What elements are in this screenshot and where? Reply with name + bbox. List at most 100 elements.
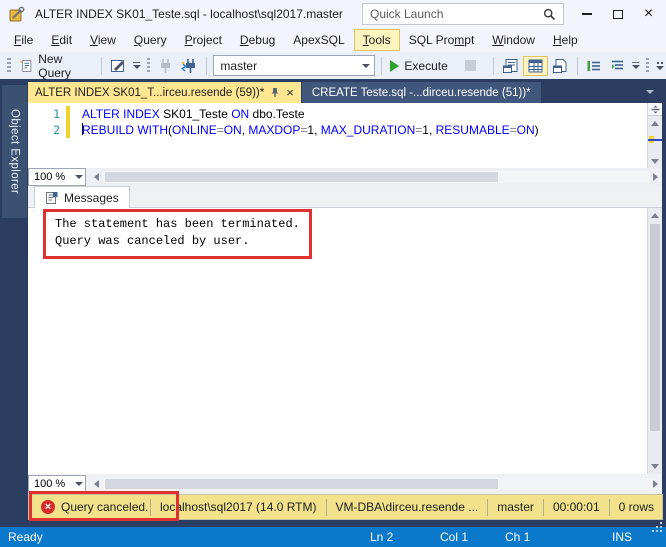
menu-debug[interactable]: Debug <box>231 29 284 51</box>
dropdown-button[interactable] <box>630 62 642 69</box>
menu-sql-prompt[interactable]: SQL Prompt <box>400 29 484 51</box>
messages-vscrollbar[interactable] <box>647 208 662 474</box>
message-annotation-box: The statement has been terminated. Query … <box>43 209 312 259</box>
messages-tab-label: Messages <box>64 190 119 205</box>
chevron-down-icon <box>358 56 374 75</box>
format-sql-button[interactable] <box>606 56 630 76</box>
object-explorer-tab[interactable]: Object Explorer <box>2 85 27 218</box>
scroll-right-icon[interactable] <box>653 480 658 488</box>
new-query-button[interactable]: New Query <box>15 50 97 82</box>
messages-icon <box>46 191 58 204</box>
menu-help[interactable]: Help <box>544 29 587 51</box>
editor-scrollbar[interactable] <box>647 103 662 168</box>
toolbar-grip[interactable] <box>146 57 151 74</box>
quick-launch-placeholder: Quick Launch <box>370 7 444 21</box>
tab-messages[interactable]: Messages <box>34 186 130 208</box>
editor-zoom-value: 100 % <box>34 171 66 183</box>
object-explorer-label: Object Explorer <box>8 108 21 195</box>
scrollbar-thumb[interactable] <box>650 224 660 432</box>
toolbar-grip[interactable] <box>7 57 11 74</box>
dropdown-button[interactable] <box>131 62 143 69</box>
code-line-1[interactable]: 1 ALTER INDEX SK01_Teste ON dbo.Teste <box>28 106 647 122</box>
menu-tools[interactable]: Tools <box>353 29 400 51</box>
code-text: ALTER INDEX SK01_Teste ON dbo.Teste <box>82 107 305 121</box>
scroll-left-icon[interactable] <box>94 480 99 488</box>
results-to-grid-icon <box>528 59 543 72</box>
plug-icon <box>161 58 171 73</box>
ssms-app-icon <box>9 6 25 22</box>
tab-close-icon[interactable]: × <box>286 86 294 99</box>
format-indent-button[interactable] <box>582 56 606 76</box>
new-query-label: New Query <box>38 51 71 80</box>
scroll-up-icon[interactable] <box>651 121 659 126</box>
change-connection-icon <box>181 58 196 73</box>
scroll-down-icon[interactable] <box>651 159 659 164</box>
indent-lines-icon <box>587 60 600 71</box>
close-button[interactable]: × <box>633 0 664 28</box>
scroll-up-icon[interactable] <box>651 213 659 218</box>
toolbar-overflow-button[interactable] <box>653 61 666 70</box>
execute-button[interactable]: Execute <box>386 57 451 75</box>
messages-zoom-value: 100 % <box>34 478 66 490</box>
status-separator <box>542 498 544 516</box>
ssms-window: ALTER INDEX SK01_Teste.sql - localhost\s… <box>0 0 666 547</box>
line-number: 1 <box>53 107 60 121</box>
messages-panel: Messages The statement has been terminat… <box>28 186 662 494</box>
splitter-handle[interactable] <box>648 103 662 116</box>
code-line-2[interactable]: 2 REBUILD WITH(ONLINE=ON, MAXDOP=1, MAX_D… <box>28 122 647 138</box>
scroll-right-icon[interactable] <box>653 173 658 181</box>
insert-mode-indicator: INS <box>612 530 633 544</box>
editor-hscrollbar[interactable] <box>103 171 649 183</box>
menu-query[interactable]: Query <box>125 29 176 51</box>
scrollbar-thumb[interactable] <box>105 172 499 182</box>
scroll-down-icon[interactable] <box>651 464 659 469</box>
maximize-icon <box>612 9 623 19</box>
results-to-file-button[interactable] <box>548 56 573 76</box>
code-editor[interactable]: 1 ALTER INDEX SK01_Teste ON dbo.Teste 2 REB… <box>28 103 662 168</box>
edit-box-button[interactable] <box>106 56 131 76</box>
code-area[interactable]: 1 ALTER INDEX SK01_Teste ON dbo.Teste 2 REB… <box>28 103 647 168</box>
menu-edit[interactable]: Edit <box>42 29 81 51</box>
menu-project[interactable]: Project <box>176 29 231 51</box>
quick-launch-box[interactable]: Quick Launch <box>362 3 564 25</box>
message-line: The statement has been terminated. <box>55 217 300 231</box>
menu-file[interactable]: File <box>5 29 42 51</box>
tab-label: CREATE Teste.sql -...dirceu.resende (51)… <box>311 86 531 99</box>
pin-icon[interactable] <box>270 87 280 98</box>
chevron-down-icon <box>72 175 85 179</box>
database-selector[interactable]: master <box>213 55 376 76</box>
tab-list-dropdown-icon[interactable] <box>646 90 654 94</box>
play-icon <box>390 59 400 72</box>
application-status-bar: Ready Ln 2 Col 1 Ch 1 INS <box>0 527 666 547</box>
cancel-query-button[interactable] <box>452 58 489 73</box>
messages-content[interactable]: The statement has been terminated. Query … <box>28 207 662 474</box>
maximize-button[interactable] <box>602 0 633 28</box>
toolbar-grip[interactable] <box>645 57 650 74</box>
results-to-text-icon <box>502 58 518 73</box>
status-separator <box>608 498 610 516</box>
results-to-grid-button[interactable] <box>522 55 548 76</box>
text-cursor <box>82 123 83 135</box>
menu-bar: File Edit View Query Project Debug ApexSQL Tool… <box>0 28 666 52</box>
scrollbar-thumb[interactable] <box>105 479 499 489</box>
resize-grip[interactable] <box>660 530 662 532</box>
minimize-button[interactable] <box>571 0 602 28</box>
scroll-left-icon[interactable] <box>94 173 99 181</box>
menu-apexsql[interactable]: ApexSQL <box>284 29 353 51</box>
toolbar-separator <box>492 56 494 75</box>
status-item: localhost\sql2017 (14.0 RTM) <box>159 500 317 514</box>
tab-alter-index[interactable]: ALTER INDEX SK01_T...irceu.resende (59))… <box>28 82 301 103</box>
editor-zoom-selector[interactable]: 100 % <box>28 168 86 186</box>
database-selector-value: master <box>220 58 258 73</box>
connect-button[interactable] <box>154 56 177 76</box>
tab-create-teste[interactable]: CREATE Teste.sql -...dirceu.resende (51)… <box>301 82 541 103</box>
line-number: 2 <box>53 123 60 137</box>
change-connection-button[interactable] <box>177 56 202 76</box>
document-tab-strip: ALTER INDEX SK01_T...irceu.resende (59))… <box>28 82 666 103</box>
menu-window[interactable]: Window <box>483 29 544 51</box>
menu-view[interactable]: View <box>81 29 125 51</box>
chevron-down-icon <box>72 482 85 486</box>
results-to-text-button[interactable] <box>498 56 523 76</box>
messages-hscrollbar[interactable] <box>103 478 649 490</box>
chevron-down-icon <box>631 65 640 69</box>
